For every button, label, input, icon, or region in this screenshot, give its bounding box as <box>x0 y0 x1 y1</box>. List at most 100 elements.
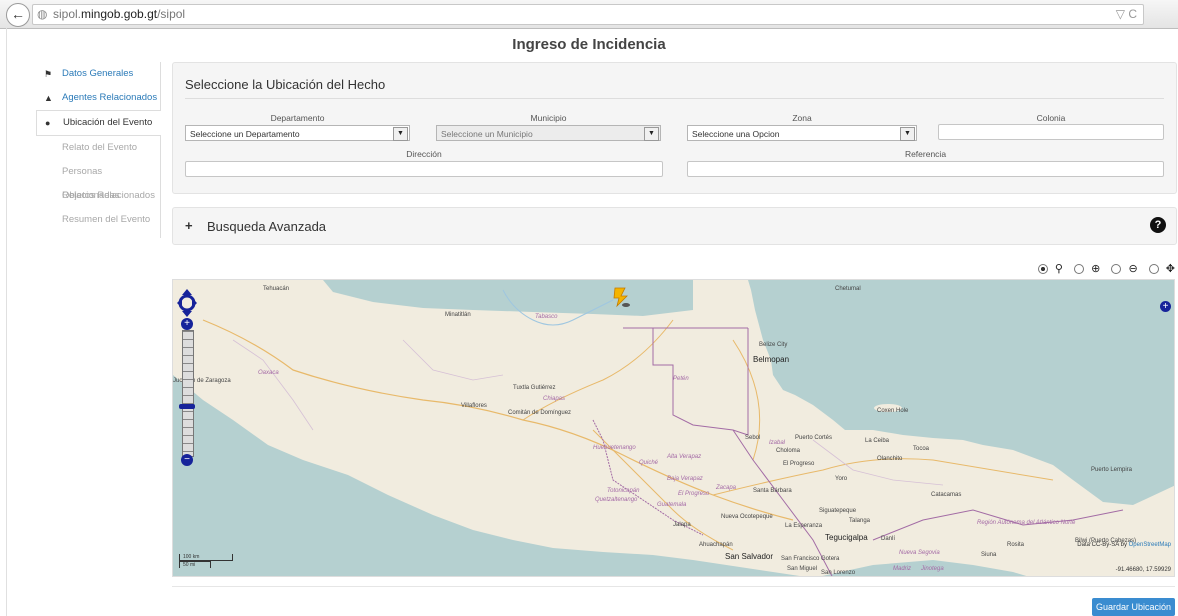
map-label: Tegucigalpa <box>825 533 868 542</box>
radio-button[interactable] <box>1037 264 1048 275</box>
map-label: El Progreso <box>678 491 710 497</box>
address-bar[interactable]: ◍ sipol.mingob.gob.gt/sipol ▽ C <box>32 4 1144 25</box>
map-label: Danlí <box>881 536 896 542</box>
layer-switcher-icon[interactable]: + <box>1160 301 1171 312</box>
back-arrow-icon[interactable]: ← <box>6 3 30 27</box>
divider <box>172 586 1175 587</box>
zona-label: Zona <box>792 113 812 123</box>
location-marker-icon[interactable] <box>613 286 630 308</box>
save-location-button[interactable]: Guardar Ubicación <box>1092 598 1175 616</box>
pin-icon: ⚲ <box>1054 263 1063 275</box>
chevron-down-icon: ▼ <box>644 127 659 141</box>
sidebar-item-label: Relato del Evento <box>62 142 137 153</box>
sidebar-item-label: Resumen del Evento <box>62 214 151 225</box>
map-label: La Esperanza <box>785 523 823 529</box>
map-label: Comitán de Domínguez <box>508 410 572 416</box>
location-panel: Seleccione la Ubicación del Hecho Depart… <box>172 62 1177 194</box>
tool-zoom-in[interactable]: ⊕ <box>1070 262 1100 275</box>
map-label: Oaxaca <box>258 370 279 376</box>
map-label: Jinotega <box>921 566 944 572</box>
map-label: Sebol <box>745 435 761 441</box>
zoom-in-icon[interactable]: + <box>181 318 193 330</box>
map-label: Yoro <box>835 476 848 482</box>
map-label: Belize City <box>759 342 788 348</box>
map-tool-selector: ⚲ ⊕ ⊖ ✥ <box>1030 262 1175 276</box>
tool-pan[interactable]: ✥ <box>1145 262 1175 275</box>
map-label: Chetumal <box>835 286 861 292</box>
url-text: sipol.mingob.gob.gt/sipol <box>53 7 186 21</box>
map-label: Santa Bárbara <box>753 488 792 494</box>
map-label: Izabal <box>769 440 786 446</box>
browser-toolbar: ← ◍ sipol.mingob.gob.gt/sipol ▽ C <box>0 0 1178 29</box>
map-tiles <box>173 280 1174 576</box>
map-label: El Progreso <box>783 461 815 467</box>
radio-button[interactable] <box>1148 264 1159 275</box>
sidebar-item-agentes-relacionados[interactable]: ▲ Agentes Relacionados <box>36 86 160 110</box>
zoom-handle[interactable] <box>179 404 195 409</box>
map-label: San Miguel <box>787 566 818 572</box>
map-label: Tocoa <box>913 446 930 452</box>
referencia-label: Referencia <box>904 149 947 159</box>
map-label: Huehuetenango <box>593 445 636 451</box>
referencia-input[interactable] <box>687 161 1164 177</box>
tool-zoom-out[interactable]: ⊖ <box>1107 262 1138 275</box>
map-label: Puerto Lempira <box>1091 467 1133 473</box>
map-label: Belmopan <box>753 355 790 364</box>
map-label: Rosita <box>1007 542 1025 548</box>
map-label: Madriz <box>893 566 912 572</box>
zoom-in-icon: ⊕ <box>1091 263 1101 275</box>
map-label: Ahuachapán <box>699 542 733 548</box>
sidebar-item-relato-evento: Relato del Evento <box>36 136 160 160</box>
colonia-input[interactable] <box>938 124 1164 140</box>
map-label: Tehuacán <box>263 286 290 292</box>
map-label: Chiapas <box>543 396 566 402</box>
colonia-label: Colonia <box>1036 113 1066 123</box>
municipio-select[interactable]: Seleccione un Municipio ▼ <box>436 125 661 141</box>
direccion-label: Dirección <box>406 149 442 159</box>
map-attribution: Data CC-By-SA by OpenStreetMap <box>1077 542 1171 548</box>
reload-icon[interactable]: ▽ C <box>1116 7 1137 21</box>
map-label: Totonicapán <box>607 488 640 494</box>
scale-bar: 100 km 50 mi <box>179 552 233 568</box>
map-label: Jalapa <box>673 522 691 528</box>
globe-icon: ◍ <box>37 7 48 21</box>
help-icon[interactable]: ? <box>1150 217 1166 233</box>
openstreetmap-link[interactable]: OpenStreetMap <box>1129 542 1171 548</box>
map-label: Nueva Segovia <box>899 550 940 556</box>
zoom-slider[interactable] <box>182 330 194 457</box>
map-label: Guatemala <box>657 502 687 508</box>
radio-button[interactable] <box>1111 264 1122 275</box>
direccion-input[interactable] <box>185 161 663 177</box>
divider <box>185 98 1164 99</box>
map-label: Alta Verapaz <box>667 454 702 460</box>
map-marker-icon: ● <box>45 118 51 128</box>
map-label: Puerto Cortés <box>795 435 833 441</box>
expand-icon[interactable]: + <box>185 218 193 233</box>
coordinates-readout: -91.46680, 17.59929 <box>1115 567 1171 573</box>
advanced-search-label[interactable]: Busqueda Avanzada <box>207 219 326 234</box>
map-label: Tabasco <box>535 314 558 320</box>
map-label: Zacapa <box>716 485 737 491</box>
pan-control[interactable] <box>177 288 197 317</box>
municipio-label: Municipio <box>530 113 567 123</box>
map-label: Nueva Ocotepeque <box>721 514 773 520</box>
advanced-search-panel[interactable]: + Busqueda Avanzada ? <box>172 207 1177 245</box>
tool-pin[interactable]: ⚲ <box>1034 262 1063 275</box>
map-label: Catacamas <box>931 492 962 498</box>
map-label: Coxen Hole <box>877 408 909 414</box>
map-label: Olanchito <box>877 456 903 462</box>
departamento-label: Departamento <box>270 113 325 123</box>
chevron-down-icon: ▼ <box>393 127 408 141</box>
map-label: Baja Verapaz <box>667 476 703 482</box>
map-view[interactable]: Tehuacán Minatitlán Tabasco Chetumal Bel… <box>172 279 1175 577</box>
sidebar-item-datos-generales[interactable]: ⚑ Datos Generales <box>36 62 160 86</box>
map-label: Quiché <box>639 460 659 466</box>
radio-button[interactable] <box>1074 264 1085 275</box>
departamento-select[interactable]: Seleccione un Departamento ▼ <box>185 125 410 141</box>
sidebar-item-personas-relacionadas: Personas Relacionadas <box>36 160 160 201</box>
page-title: Ingreso de Incidencia <box>512 36 666 53</box>
sidebar-item-resumen-evento: Resumen del Evento <box>36 208 160 232</box>
zona-select[interactable]: Seleccione una Opcion ▼ <box>687 125 917 141</box>
zoom-out-icon[interactable]: − <box>181 454 193 466</box>
sidebar-item-ubicacion-evento[interactable]: ● Ubicación del Evento <box>36 110 161 136</box>
